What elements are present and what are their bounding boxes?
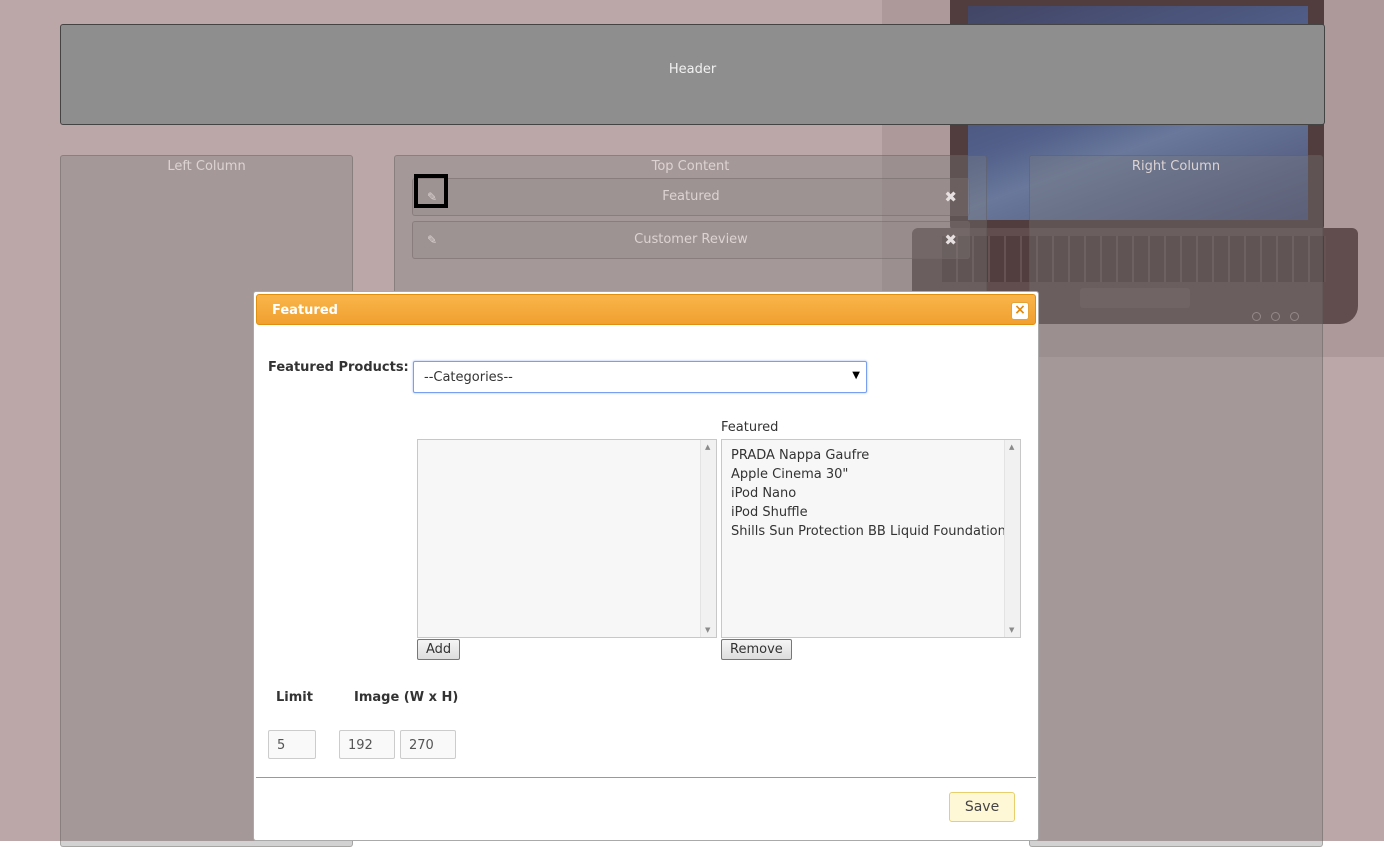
module-featured[interactable]: ✎ Featured ✖: [412, 178, 970, 216]
save-button[interactable]: Save: [949, 792, 1015, 822]
category-select[interactable]: --Categories-- ▼: [413, 361, 867, 393]
featured-products-label: Featured Products:: [268, 360, 409, 375]
chevron-down-icon: ▼: [852, 370, 860, 381]
right-column-region[interactable]: Right Column: [1029, 155, 1323, 847]
image-width-input[interactable]: 192: [339, 730, 395, 759]
list-item[interactable]: iPod Shuffle: [731, 503, 1011, 522]
right-column-label: Right Column: [1131, 159, 1221, 174]
modal-footer-divider: [256, 777, 1036, 778]
modal-close-icon[interactable]: ×: [1011, 302, 1029, 320]
scrollbar[interactable]: ▲ ▼: [700, 440, 716, 637]
module-label: Featured: [662, 189, 720, 204]
top-content-label: Top Content: [651, 159, 730, 174]
module-label: Customer Review: [634, 232, 748, 247]
featured-modal: Featured × Featured Products: --Categori…: [253, 291, 1039, 841]
header-label: Header: [668, 62, 717, 77]
featured-list-caption: Featured: [721, 420, 779, 435]
header-region[interactable]: Header: [60, 24, 1325, 125]
image-size-label: Image (W x H): [354, 690, 459, 705]
featured-products-list[interactable]: PRADA Nappa Gaufre Apple Cinema 30" iPod…: [721, 439, 1021, 638]
scroll-down-icon[interactable]: ▼: [705, 626, 710, 634]
scrollbar[interactable]: ▲ ▼: [1004, 440, 1020, 637]
add-button[interactable]: Add: [417, 639, 461, 660]
scroll-down-icon[interactable]: ▼: [1009, 626, 1014, 634]
edit-button-highlight[interactable]: [414, 174, 448, 208]
remove-button[interactable]: Remove: [721, 639, 792, 660]
image-height-input[interactable]: 270: [400, 730, 456, 759]
scroll-up-icon[interactable]: ▲: [1009, 443, 1014, 451]
modal-title: Featured: [272, 303, 338, 318]
available-products-list[interactable]: ▲ ▼: [417, 439, 717, 638]
modal-title-bar[interactable]: Featured ×: [256, 294, 1036, 325]
category-select-value: --Categories--: [424, 370, 513, 385]
limit-label: Limit: [276, 690, 313, 705]
close-icon[interactable]: ✖: [944, 188, 957, 206]
page: Header Left Column Top Content Right Col…: [0, 0, 1384, 847]
list-item[interactable]: Apple Cinema 30": [731, 465, 1011, 484]
scroll-up-icon[interactable]: ▲: [705, 443, 710, 451]
list-item[interactable]: iPod Nano: [731, 484, 1011, 503]
limit-input[interactable]: 5: [268, 730, 316, 759]
module-customer-review[interactable]: ✎ Customer Review ✖: [412, 221, 970, 259]
list-item[interactable]: PRADA Nappa Gaufre: [731, 446, 1011, 465]
close-icon[interactable]: ✖: [944, 231, 957, 249]
list-item[interactable]: Shills Sun Protection BB Liquid Foundati…: [731, 522, 1011, 541]
left-column-label: Left Column: [167, 159, 246, 174]
